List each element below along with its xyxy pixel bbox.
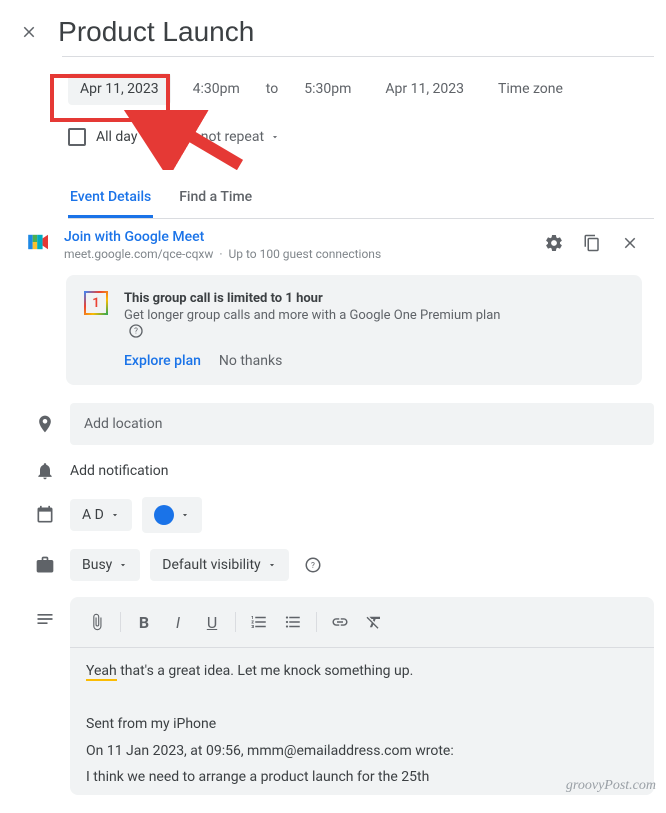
google-one-banner: 1 This group call is limited to 1 hour G… <box>66 275 642 385</box>
visibility-dropdown[interactable]: Default visibility <box>150 549 288 581</box>
gear-icon <box>544 233 564 253</box>
banner-text: Get longer group calls and more with a G… <box>124 308 500 339</box>
help-icon: ? <box>304 556 322 574</box>
underline-button[interactable]: U <box>197 607 227 637</box>
clear-format-icon <box>365 613 383 631</box>
attach-button[interactable] <box>82 607 112 637</box>
join-google-meet-link[interactable]: Join with Google Meet <box>64 229 526 245</box>
all-day-label: All day <box>96 129 137 145</box>
chevron-down-icon <box>267 560 277 570</box>
all-day-checkbox[interactable] <box>68 128 86 146</box>
numbered-list-icon <box>250 613 268 631</box>
meet-subtext: meet.google.com/qce-cqxw · Up to 100 gue… <box>64 247 526 261</box>
chevron-down-icon <box>110 510 120 520</box>
start-date-chip[interactable]: Apr 11, 2023 <box>68 73 171 105</box>
google-one-icon: 1 <box>84 291 108 315</box>
bullet-list-icon <box>284 613 302 631</box>
editor-toolbar: B I U <box>70 597 654 648</box>
notification-icon <box>28 461 62 481</box>
bullet-list-button[interactable] <box>278 607 308 637</box>
svg-text:?: ? <box>311 561 315 571</box>
visibility-help-button[interactable]: ? <box>299 551 327 579</box>
google-meet-icon <box>28 233 50 251</box>
add-notification-button[interactable]: Add notification <box>70 463 169 479</box>
svg-text:?: ? <box>134 327 138 336</box>
to-label: to <box>262 81 282 97</box>
meet-settings-button[interactable] <box>540 229 568 257</box>
help-icon[interactable]: ? <box>128 323 144 339</box>
bold-button[interactable]: B <box>129 607 159 637</box>
no-thanks-link[interactable]: No thanks <box>219 353 282 369</box>
tab-find-a-time[interactable]: Find a Time <box>177 179 254 218</box>
divider <box>62 56 654 57</box>
chevron-down-icon <box>118 560 128 570</box>
color-swatch <box>154 505 174 525</box>
end-date-chip[interactable]: Apr 11, 2023 <box>373 73 476 105</box>
timezone-button[interactable]: Time zone <box>486 73 575 105</box>
calendar-color-dropdown[interactable] <box>142 497 202 533</box>
calendar-owner-dropdown[interactable]: A D <box>70 499 132 531</box>
watermark: groovyPost.com <box>566 778 656 794</box>
italic-button[interactable]: I <box>163 607 193 637</box>
banner-title: This group call is limited to 1 hour <box>124 291 500 306</box>
close-icon <box>20 23 38 41</box>
close-button[interactable] <box>16 18 42 46</box>
chevron-down-icon <box>270 132 280 142</box>
availability-dropdown[interactable]: Busy <box>70 549 140 581</box>
end-time-chip[interactable]: 5:30pm <box>292 73 363 105</box>
copy-icon <box>583 234 601 252</box>
location-icon <box>28 414 62 434</box>
remove-meet-button[interactable] <box>616 229 644 257</box>
description-icon <box>28 609 62 629</box>
briefcase-icon <box>28 555 62 575</box>
numbered-list-button[interactable] <box>244 607 274 637</box>
copy-meet-button[interactable] <box>578 229 606 257</box>
chevron-down-icon <box>180 510 190 520</box>
clear-format-button[interactable] <box>359 607 389 637</box>
paperclip-icon <box>88 613 106 631</box>
start-time-chip[interactable]: 4:30pm <box>181 73 252 105</box>
calendar-icon <box>28 505 62 525</box>
repeat-dropdown[interactable]: Does not repeat <box>153 121 292 153</box>
explore-plan-link[interactable]: Explore plan <box>124 353 201 369</box>
location-input[interactable]: Add location <box>70 403 654 445</box>
link-icon <box>331 613 349 631</box>
close-icon <box>621 234 639 252</box>
link-button[interactable] <box>325 607 355 637</box>
repeat-label: Does not repeat <box>165 129 264 145</box>
description-textarea[interactable]: Yeah that's a great idea. Let me knock s… <box>70 648 654 795</box>
tab-event-details[interactable]: Event Details <box>68 179 153 218</box>
event-title-input[interactable] <box>58 16 654 48</box>
